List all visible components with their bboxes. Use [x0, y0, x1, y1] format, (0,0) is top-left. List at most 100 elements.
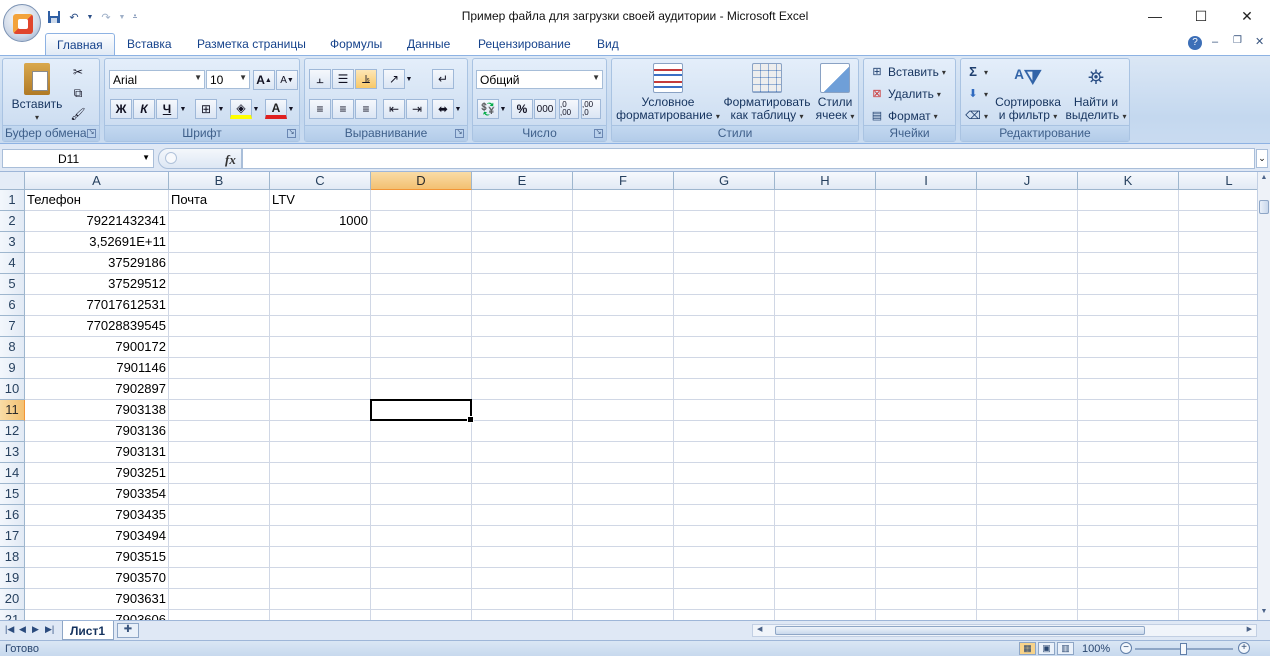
alignment-launcher-icon[interactable]: ↘ — [455, 129, 464, 138]
help-icon[interactable]: ? — [1188, 36, 1202, 50]
row-header[interactable]: 17 — [0, 526, 25, 547]
cell-l15[interactable] — [1179, 484, 1257, 505]
insert-function-button[interactable]: fx — [225, 152, 236, 168]
cell-g20[interactable] — [674, 589, 775, 610]
cell-g13[interactable] — [674, 442, 775, 463]
cell-c4[interactable] — [270, 253, 371, 274]
cell-f4[interactable] — [573, 253, 674, 274]
cell-h4[interactable] — [775, 253, 876, 274]
tab-data[interactable]: Данные — [407, 37, 450, 51]
cell-a13[interactable]: 7903131 — [25, 442, 169, 463]
percent-button[interactable]: % — [511, 99, 533, 119]
cell-d15[interactable] — [371, 484, 472, 505]
column-header-i[interactable]: I — [876, 172, 977, 190]
cell-c16[interactable] — [270, 505, 371, 526]
cell-g8[interactable] — [674, 337, 775, 358]
cell-a4[interactable]: 37529186 — [25, 253, 169, 274]
cell-h19[interactable] — [775, 568, 876, 589]
scroll-right-icon[interactable]: ▶ — [1247, 625, 1252, 633]
format-painter-icon[interactable]: 🖌 — [67, 104, 89, 124]
cell-e7[interactable] — [472, 316, 573, 337]
cell-d10[interactable] — [371, 379, 472, 400]
cell-a12[interactable]: 7903136 — [25, 421, 169, 442]
cell-i13[interactable] — [876, 442, 977, 463]
row-header[interactable]: 14 — [0, 463, 25, 484]
scroll-up-icon[interactable]: ▲ — [1259, 174, 1269, 184]
cell-b6[interactable] — [169, 295, 270, 316]
delete-cells-button[interactable]: ⊠ Удалить ▾ — [869, 85, 940, 103]
cell-c19[interactable] — [270, 568, 371, 589]
cell-a11[interactable]: 7903138 — [25, 400, 169, 421]
cell-j21[interactable] — [977, 610, 1078, 620]
cell-d1[interactable] — [371, 190, 472, 211]
cell-k10[interactable] — [1078, 379, 1179, 400]
cell-e9[interactable] — [472, 358, 573, 379]
cell-d3[interactable] — [371, 232, 472, 253]
cell-e20[interactable] — [472, 589, 573, 610]
cell-j15[interactable] — [977, 484, 1078, 505]
cell-e13[interactable] — [472, 442, 573, 463]
row-header[interactable]: 4 — [0, 253, 25, 274]
cell-c12[interactable] — [270, 421, 371, 442]
cell-a7[interactable]: 77028839545 — [25, 316, 169, 337]
cell-l13[interactable] — [1179, 442, 1257, 463]
cell-f5[interactable] — [573, 274, 674, 295]
cell-f11[interactable] — [573, 400, 674, 421]
cell-l11[interactable] — [1179, 400, 1257, 421]
column-header-k[interactable]: K — [1078, 172, 1179, 190]
cell-i9[interactable] — [876, 358, 977, 379]
cell-k9[interactable] — [1078, 358, 1179, 379]
cell-g14[interactable] — [674, 463, 775, 484]
cell-b13[interactable] — [169, 442, 270, 463]
cell-h2[interactable] — [775, 211, 876, 232]
ribbon-minimize-icon[interactable]: – — [1212, 36, 1218, 48]
name-box-dropdown-icon[interactable]: ▼ — [142, 153, 150, 162]
cell-k15[interactable] — [1078, 484, 1179, 505]
cell-k20[interactable] — [1078, 589, 1179, 610]
formula-input[interactable] — [242, 148, 1255, 169]
row-header[interactable]: 10 — [0, 379, 25, 400]
cell-a8[interactable]: 7900172 — [25, 337, 169, 358]
clipboard-launcher-icon[interactable]: ↘ — [87, 129, 96, 138]
cell-b1[interactable]: Почта — [169, 190, 270, 211]
cell-i3[interactable] — [876, 232, 977, 253]
cell-j4[interactable] — [977, 253, 1078, 274]
cell-h16[interactable] — [775, 505, 876, 526]
cell-e14[interactable] — [472, 463, 573, 484]
ribbon-close-icon[interactable]: ✕ — [1255, 35, 1264, 48]
first-sheet-icon[interactable]: |◀ — [5, 624, 14, 635]
underline-dropdown-icon[interactable]: ▼ — [179, 99, 187, 119]
cell-l10[interactable] — [1179, 379, 1257, 400]
cell-b11[interactable] — [169, 400, 270, 421]
cell-b2[interactable] — [169, 211, 270, 232]
cell-g10[interactable] — [674, 379, 775, 400]
cell-d7[interactable] — [371, 316, 472, 337]
cell-a14[interactable]: 7903251 — [25, 463, 169, 484]
cell-i7[interactable] — [876, 316, 977, 337]
cell-j5[interactable] — [977, 274, 1078, 295]
cell-e12[interactable] — [472, 421, 573, 442]
cell-i15[interactable] — [876, 484, 977, 505]
row-header[interactable]: 3 — [0, 232, 25, 253]
cell-i16[interactable] — [876, 505, 977, 526]
decrease-decimal-button[interactable]: ,00 ,0 — [581, 99, 601, 119]
horizontal-scrollbar[interactable]: ◀ ▶ — [752, 624, 1257, 637]
cell-j8[interactable] — [977, 337, 1078, 358]
cell-h21[interactable] — [775, 610, 876, 620]
cell-c2[interactable]: 1000 — [270, 211, 371, 232]
cell-l1[interactable] — [1179, 190, 1257, 211]
tab-home[interactable]: Главная — [45, 33, 115, 56]
active-cell-selection[interactable] — [370, 399, 474, 423]
zoom-out-icon[interactable]: − — [1120, 642, 1132, 654]
cell-k4[interactable] — [1078, 253, 1179, 274]
name-box[interactable]: D11 ▼ — [2, 149, 154, 168]
column-header-f[interactable]: F — [573, 172, 674, 190]
cell-k14[interactable] — [1078, 463, 1179, 484]
cell-c17[interactable] — [270, 526, 371, 547]
cell-l16[interactable] — [1179, 505, 1257, 526]
column-header-a[interactable]: A — [25, 172, 169, 190]
cell-j14[interactable] — [977, 463, 1078, 484]
cell-f10[interactable] — [573, 379, 674, 400]
cell-g1[interactable] — [674, 190, 775, 211]
cell-b17[interactable] — [169, 526, 270, 547]
